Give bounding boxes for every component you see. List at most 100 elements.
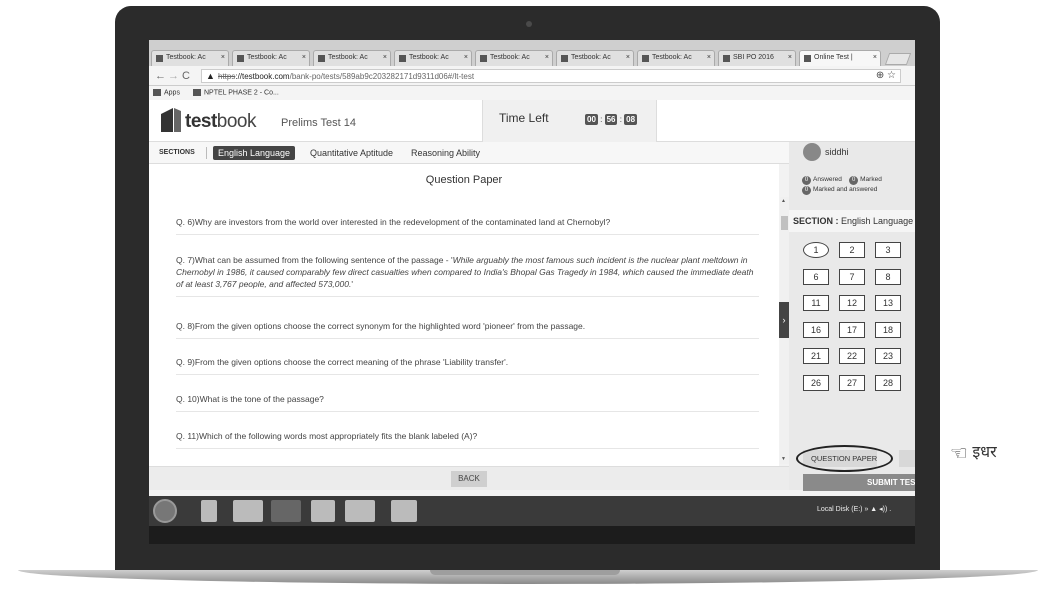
bottom-bar: BACK [149,466,789,490]
collapse-sidebar-button[interactable]: › [779,302,789,338]
question-number-button[interactable]: 6 [803,269,829,285]
instructions-button[interactable] [899,450,915,467]
screen: Testbook: Ac × Testbook: Ac × Testbook: Ac… [149,40,915,526]
submit-test-button[interactable]: SUBMIT TEST [803,474,915,491]
question-number-button[interactable]: 22 [839,348,865,364]
close-icon[interactable]: × [464,54,468,61]
question-item[interactable]: Q. 8)From the given options choose the c… [176,320,759,339]
folder-icon[interactable] [233,500,263,522]
pointing-hint: ☜ इधर [950,440,997,465]
browser-tab[interactable]: Testbook: Ac × [313,50,391,66]
browser-tab-active[interactable]: Online Test | × [799,50,881,66]
screen-bezel [149,526,915,544]
back-button[interactable]: BACK [451,471,487,487]
close-icon[interactable]: × [873,54,877,61]
close-icon[interactable]: × [707,54,711,61]
back-arrow-icon[interactable]: ← [155,70,166,82]
browser-tab[interactable]: Testbook: Ac × [394,50,472,66]
browser-tab[interactable]: Testbook: Ac × [637,50,715,66]
question-number-button[interactable]: 23 [875,348,901,364]
scroll-down-icon[interactable]: ▼ [781,456,786,462]
start-button[interactable] [153,499,177,523]
favicon-icon [804,55,811,62]
question-number-button[interactable]: 2 [839,242,865,258]
favicon-icon [399,55,406,62]
question-number-button[interactable]: 18 [875,322,901,338]
section-tab-reasoning[interactable]: Reasoning Ability [406,146,485,160]
time-left-label: Time Left [499,111,549,125]
question-item[interactable]: Q. 11)Which of the following words most … [176,430,759,449]
close-icon[interactable]: × [302,54,306,61]
taskbar-app-icon[interactable] [201,500,217,522]
taskbar: Local Disk (E:) » ▲ ◂)) . [149,496,915,526]
bookmarks-bar: Apps NPTEL PHASE 2 - Co... [149,86,915,100]
favicon-icon [318,55,325,62]
close-icon[interactable]: × [383,54,387,61]
browser-tab[interactable]: Testbook: Ac × [475,50,553,66]
user-name: siddhi [825,147,849,157]
app-header: testbook Prelims Test 14 Time Left 00 : … [149,100,915,142]
favicon-icon [237,55,244,62]
testbook-logo-icon [161,108,181,132]
favicon-icon [480,55,487,62]
question-number-button[interactable]: 3 [875,242,901,258]
question-paper-title: Question Paper [425,174,503,186]
divider [206,147,207,159]
pointing-hand-icon: ☜ [950,440,968,465]
browser-tab[interactable]: SBI PO 2016 × [718,50,796,66]
question-number-button[interactable]: 7 [839,269,865,285]
dropbox-icon[interactable] [311,500,335,522]
highlight-oval [796,445,893,472]
warning-icon: ▲ [206,71,215,81]
question-number-button[interactable]: 11 [803,295,829,311]
question-number-button[interactable]: 27 [839,375,865,391]
zoom-star-icons[interactable]: ⊕ ☆ [876,70,896,81]
user-info: siddhi [803,142,915,164]
notepad-icon[interactable] [391,500,417,522]
laptop-notch [430,570,620,575]
question-palette-sidebar: siddhi 0 Answered 0 Marked 0 Marked and ans… [789,142,915,491]
question-number-button[interactable]: 1 [803,242,829,258]
favicon-icon [561,55,568,62]
scroll-up-icon[interactable]: ▲ [781,198,786,204]
section-heading: SECTION : English Language [789,210,915,232]
question-number-button[interactable]: 13 [875,295,901,311]
question-number-button[interactable]: 17 [839,322,865,338]
answered-badge: 0 [802,176,811,185]
question-number-button[interactable]: 28 [875,375,901,391]
favicon-icon [642,55,649,62]
question-item[interactable]: Q. 9)From the given options choose the c… [176,356,759,375]
browser-tab[interactable]: Testbook: Ac × [556,50,634,66]
bookmark-apps[interactable]: Apps [153,89,180,96]
scrollbar-thumb[interactable] [781,216,788,230]
browser-tab[interactable]: Testbook: Ac × [232,50,310,66]
question-item[interactable]: Q. 7)What can be assumed from the follow… [176,254,759,297]
question-paper-panel: Question Paper Q. 6)Why are investors fr… [149,164,779,466]
close-icon[interactable]: × [221,54,225,61]
question-item[interactable]: Q. 10)What is the tone of the passage? [176,393,759,412]
new-tab-button[interactable] [884,53,912,65]
paint-icon[interactable] [271,500,301,522]
favicon-icon [723,55,730,62]
question-number-button[interactable]: 21 [803,348,829,364]
question-number-button[interactable]: 12 [839,295,865,311]
countdown-clock: 00 : 56 : 08 [585,114,638,125]
browser-tab[interactable]: Testbook: Ac × [151,50,229,66]
address-bar[interactable]: ▲ https://testbook.com/bank-po/tests/589… [201,69,901,83]
question-number-button[interactable]: 8 [875,269,901,285]
question-item[interactable]: Q. 6)Why are investors from the world ov… [176,216,759,235]
bookmark-nptel[interactable]: NPTEL PHASE 2 - Co... [193,89,279,96]
forward-arrow-icon[interactable]: → [168,70,179,82]
browser-tab-bar: Testbook: Ac × Testbook: Ac × Testbook: Ac… [149,40,915,66]
section-tab-quant[interactable]: Quantitative Aptitude [305,146,398,160]
status-legend: 0 Answered 0 Marked 0 Marked and answered [802,175,915,195]
testbook-logo[interactable]: testbook [185,111,257,133]
chrome-icon[interactable] [345,500,375,522]
question-number-button[interactable]: 16 [803,322,829,338]
section-tab-english[interactable]: English Language [213,146,296,160]
close-icon[interactable]: × [545,54,549,61]
question-number-button[interactable]: 26 [803,375,829,391]
close-icon[interactable]: × [788,54,792,61]
reload-icon[interactable]: C [182,70,190,82]
close-icon[interactable]: × [626,54,630,61]
